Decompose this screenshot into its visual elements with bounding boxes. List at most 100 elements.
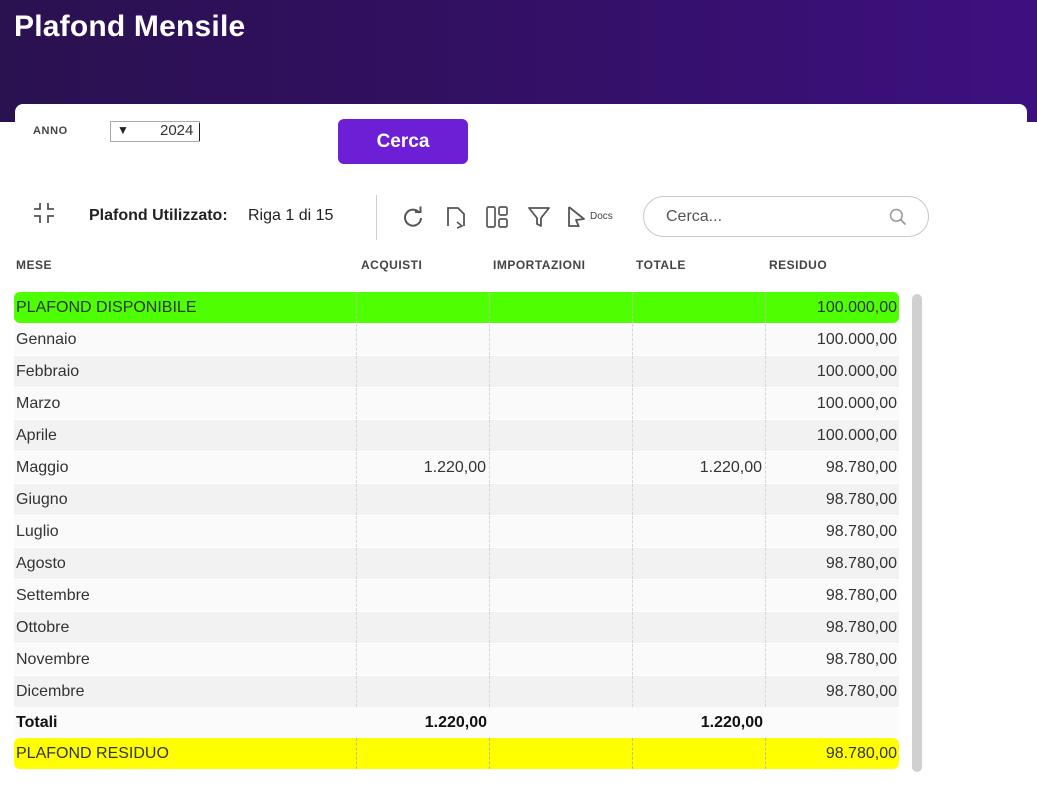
cell-acquisti <box>357 580 490 611</box>
cell-residuo: 98.780,00 <box>825 555 897 572</box>
cell-totale <box>633 644 766 675</box>
table-row[interactable]: Marzo 100.000,00 <box>14 388 899 419</box>
cell-importazioni <box>490 676 633 707</box>
cell-importazioni <box>490 324 633 355</box>
grid-scrollbar[interactable] <box>912 294 922 772</box>
cell-totale <box>633 516 766 547</box>
grid-title: Plafond Utilizzato: <box>89 207 228 224</box>
cell-residuo: 98.780,00 <box>825 587 897 604</box>
cell-totale: 1.220,00 <box>633 452 766 483</box>
cell-mese: Totali <box>16 714 58 731</box>
plafond-grid: MESE ACQUISTI IMPORTAZIONI TOTALE RESIDU… <box>14 246 929 776</box>
cell-residuo: 98.780,00 <box>825 459 897 476</box>
cell-mese: Febbraio <box>14 356 357 387</box>
cell-mese: Agosto <box>14 548 357 579</box>
search-icon[interactable] <box>888 207 908 227</box>
cell-acquisti <box>357 420 490 451</box>
cell-importazioni <box>490 452 633 483</box>
cell-residuo <box>766 707 899 738</box>
cell-residuo: 100.000,00 <box>816 427 897 444</box>
table-row[interactable]: Dicembre 98.780,00 <box>14 676 899 707</box>
table-row[interactable]: Ottobre 98.780,00 <box>14 612 899 643</box>
cell-totale <box>633 420 766 451</box>
cerca-button[interactable]: Cerca <box>338 119 468 164</box>
cell-mese: Luglio <box>14 516 357 547</box>
table-row[interactable]: Agosto 98.780,00 <box>14 548 899 579</box>
cell-residuo: 100.000,00 <box>816 331 897 348</box>
table-row[interactable]: Aprile 100.000,00 <box>14 420 899 451</box>
cell-mese: Marzo <box>14 388 357 419</box>
table-row[interactable]: Febbraio 100.000,00 <box>14 356 899 387</box>
column-header-residuo[interactable]: RESIDUO <box>769 258 827 272</box>
grid-toolbar: Plafond Utilizzato: Riga 1 di 15 Docs <box>15 187 1027 244</box>
toolbar-divider <box>376 195 377 240</box>
filter-panel: ANNO ▼ 2024 Cerca <box>15 104 1027 184</box>
cell-mese: Maggio <box>14 452 357 483</box>
cell-residuo: 98.780,00 <box>825 651 897 668</box>
cell-acquisti: 1.220,00 <box>424 714 487 731</box>
table-row[interactable]: Luglio 98.780,00 <box>14 516 899 547</box>
cell-totale <box>633 388 766 419</box>
cell-importazioni <box>490 292 633 323</box>
collapse-icon[interactable] <box>32 201 56 225</box>
docs-label: Docs <box>590 211 613 222</box>
cell-mese: Gennaio <box>14 324 357 355</box>
row-plafond-disponibile[interactable]: PLAFOND DISPONIBILE 100.000,00 <box>14 292 899 323</box>
cell-acquisti <box>357 292 490 323</box>
search-input[interactable] <box>664 207 868 227</box>
cell-residuo: 98.780,00 <box>825 491 897 508</box>
filter-icon[interactable] <box>527 205 551 229</box>
columns-icon[interactable] <box>485 205 509 229</box>
cell-acquisti <box>357 644 490 675</box>
totals-row[interactable]: Totali 1.220,00 1.220,00 <box>14 707 899 738</box>
cell-mese: Dicembre <box>14 676 357 707</box>
row-counter: Riga 1 di 15 <box>248 207 334 224</box>
table-row[interactable]: Gennaio 100.000,00 <box>14 324 899 355</box>
cell-residuo: 98.780,00 <box>825 683 897 700</box>
cell-acquisti <box>357 612 490 643</box>
grid-search[interactable] <box>643 196 929 237</box>
column-header-importazioni[interactable]: IMPORTAZIONI <box>493 258 585 272</box>
cell-importazioni <box>490 516 633 547</box>
column-header-acquisti[interactable]: ACQUISTI <box>361 258 422 272</box>
cell-residuo: 100.000,00 <box>816 363 897 380</box>
cell-mese: Settembre <box>14 580 357 611</box>
cell-residuo: 98.780,00 <box>825 745 897 762</box>
cell-importazioni <box>490 612 633 643</box>
cell-importazioni <box>490 644 633 675</box>
column-header-mese[interactable]: MESE <box>16 258 52 272</box>
export-icon[interactable] <box>444 205 468 229</box>
cell-importazioni <box>490 707 633 738</box>
column-header-totale[interactable]: TOTALE <box>636 258 686 272</box>
cell-mese: Ottobre <box>14 612 357 643</box>
cell-totale <box>633 484 766 515</box>
cell-totale <box>633 292 766 323</box>
table-row[interactable]: Maggio 1.220,00 1.220,00 98.780,00 <box>14 452 899 483</box>
row-plafond-residuo[interactable]: PLAFOND RESIDUO 98.780,00 <box>14 738 899 769</box>
anno-select[interactable]: ▼ 2024 <box>110 121 200 142</box>
cell-totale <box>633 324 766 355</box>
refresh-icon[interactable] <box>401 205 425 229</box>
cell-mese: Giugno <box>14 484 357 515</box>
docs-icon[interactable] <box>566 205 590 229</box>
cell-residuo: 98.780,00 <box>825 619 897 636</box>
cell-mese: Aprile <box>14 420 357 451</box>
cell-mese: PLAFOND RESIDUO <box>14 738 357 769</box>
cell-importazioni <box>490 388 633 419</box>
cell-residuo: 100.000,00 <box>816 299 897 316</box>
table-row[interactable]: Giugno 98.780,00 <box>14 484 899 515</box>
anno-label: ANNO <box>33 125 68 137</box>
cell-acquisti <box>357 548 490 579</box>
table-row[interactable]: Novembre 98.780,00 <box>14 644 899 675</box>
cell-importazioni <box>490 356 633 387</box>
cell-totale <box>633 356 766 387</box>
chevron-down-icon: ▼ <box>117 123 129 137</box>
table-row[interactable]: Settembre 98.780,00 <box>14 580 899 611</box>
grid-header: MESE ACQUISTI IMPORTAZIONI TOTALE RESIDU… <box>14 246 899 286</box>
cell-totale <box>633 612 766 643</box>
page-title: Plafond Mensile <box>14 10 246 43</box>
cell-acquisti <box>357 388 490 419</box>
cell-totale <box>633 676 766 707</box>
cell-mese: Novembre <box>14 644 357 675</box>
cell-totale <box>633 548 766 579</box>
